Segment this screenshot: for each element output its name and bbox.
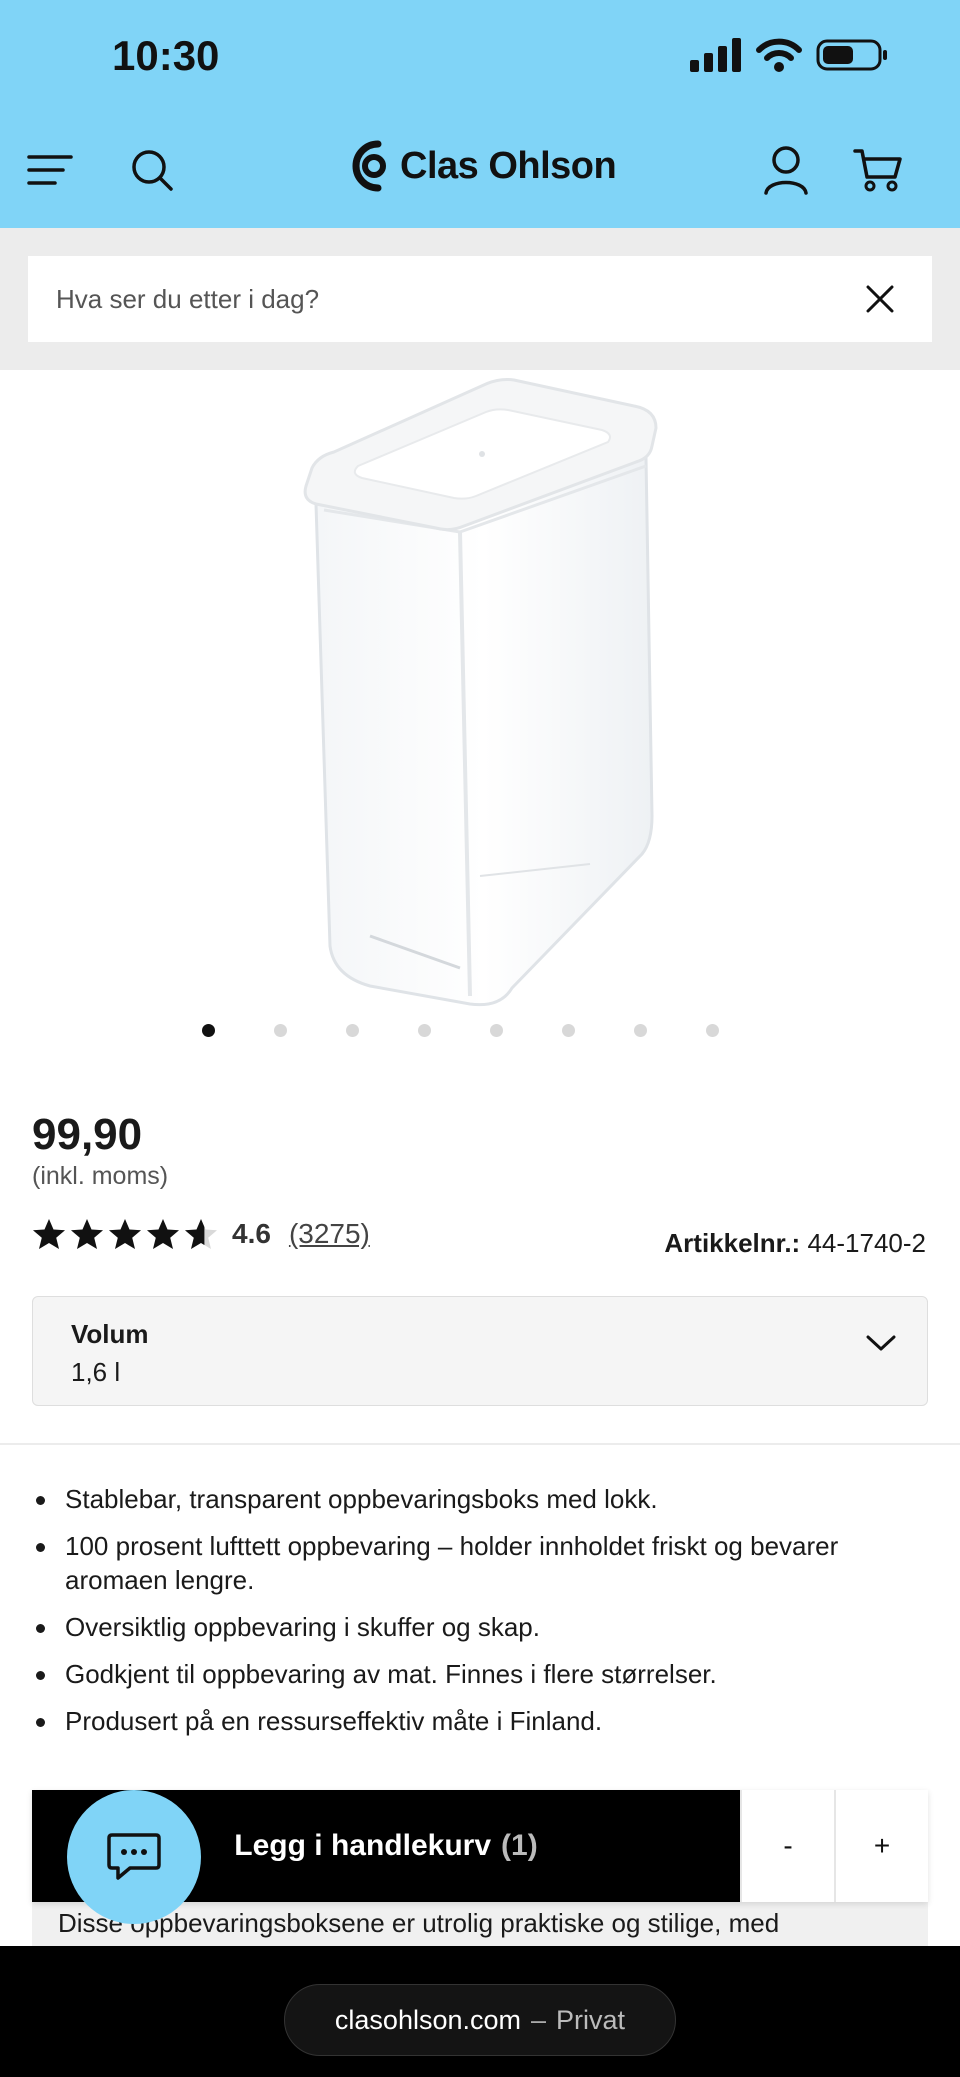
search-area xyxy=(0,228,960,370)
carousel-dot[interactable] xyxy=(418,1024,431,1037)
volume-label: Volum xyxy=(71,1319,149,1349)
chat-icon xyxy=(107,1833,161,1880)
private-mode-label: Privat xyxy=(556,2004,626,2035)
feature-item: Godkjent til oppbevaring av mat. Finnes … xyxy=(32,1657,932,1691)
star-icon xyxy=(147,1219,179,1249)
carousel-dot[interactable] xyxy=(274,1024,287,1037)
rating-value: 4.6 xyxy=(232,1218,271,1249)
carousel-dot[interactable] xyxy=(202,1024,215,1037)
url-separator: – xyxy=(531,2004,547,2035)
search-input[interactable] xyxy=(56,283,856,315)
carousel-dot[interactable] xyxy=(490,1024,503,1037)
vat-note: (inkl. moms) xyxy=(32,1162,169,1190)
article-number: Artikkelnr.: 44-1740-2 xyxy=(664,1228,926,1259)
search-button[interactable] xyxy=(120,138,184,202)
increase-quantity-button[interactable]: + xyxy=(834,1790,928,1902)
close-icon xyxy=(866,285,894,313)
image-carousel-dots xyxy=(0,1022,960,1038)
site-header: Clas Ohlson xyxy=(0,128,960,228)
user-icon xyxy=(764,146,808,195)
menu-button[interactable] xyxy=(18,138,82,202)
product-rating[interactable]: 4.6 (3275) xyxy=(32,1218,370,1250)
url-domain: clasohlson.com xyxy=(334,2004,522,2035)
clas-ohlson-logo-icon xyxy=(352,140,386,192)
feature-list: Stablebar, transparent oppbevaringsboks … xyxy=(32,1482,932,1751)
carousel-dot[interactable] xyxy=(562,1024,575,1037)
status-icons xyxy=(690,38,888,72)
rating-stars xyxy=(32,1218,218,1250)
brand-logo[interactable]: Clas Ohlson xyxy=(344,136,617,196)
shopping-cart-icon xyxy=(853,149,902,192)
cart-button[interactable] xyxy=(846,138,910,202)
search-box xyxy=(28,256,932,342)
product-price: 99,90 xyxy=(32,1110,143,1159)
chat-button[interactable] xyxy=(67,1790,201,1924)
brand-name: Clas Ohlson xyxy=(400,144,617,187)
add-to-cart-label: Legg i handlekurv xyxy=(234,1829,492,1862)
star-icon xyxy=(185,1219,217,1249)
volume-selector[interactable]: Volum 1,6 l xyxy=(32,1296,928,1406)
battery-icon xyxy=(816,39,887,71)
article-number-value: 44-1740-2 xyxy=(807,1228,926,1258)
address-bar[interactable]: clasohlson.com – Privat xyxy=(284,1984,676,2056)
clear-search-button[interactable] xyxy=(856,275,904,323)
product-image[interactable] xyxy=(290,376,670,1016)
star-icon xyxy=(109,1219,141,1249)
feature-item: Stablebar, transparent oppbevaringsboks … xyxy=(32,1482,932,1516)
search-icon xyxy=(132,150,173,191)
review-count-link[interactable]: (3275) xyxy=(289,1218,370,1250)
carousel-dot[interactable] xyxy=(634,1024,647,1037)
carousel-dot[interactable] xyxy=(346,1024,359,1037)
account-button[interactable] xyxy=(754,138,818,202)
status-time: 10:30 xyxy=(112,32,220,79)
carousel-dot[interactable] xyxy=(706,1024,719,1037)
chevron-down-icon xyxy=(866,1335,896,1351)
wifi-icon xyxy=(756,38,802,72)
hamburger-menu-icon xyxy=(27,155,73,185)
feature-item: 100 prosent lufttett oppbevaring – holde… xyxy=(32,1529,932,1597)
top-bar: 10:30 Clas Ohlson xyxy=(0,0,960,228)
star-icon xyxy=(71,1219,103,1249)
volume-value: 1,6 l xyxy=(71,1357,121,1387)
feature-item: Oversiktlig oppbevaring i skuffer og ska… xyxy=(32,1610,932,1644)
decrease-quantity-button[interactable]: - xyxy=(740,1790,834,1902)
feature-item: Produsert på en ressurseffektiv måte i F… xyxy=(32,1704,932,1738)
cart-quantity: (1) xyxy=(501,1829,538,1862)
cellular-signal-icon xyxy=(690,38,741,72)
article-number-label: Artikkelnr.: xyxy=(664,1228,801,1258)
browser-bottom-bar: clasohlson.com – Privat xyxy=(0,1946,960,2077)
star-icon xyxy=(33,1219,65,1249)
section-divider xyxy=(0,1443,960,1445)
